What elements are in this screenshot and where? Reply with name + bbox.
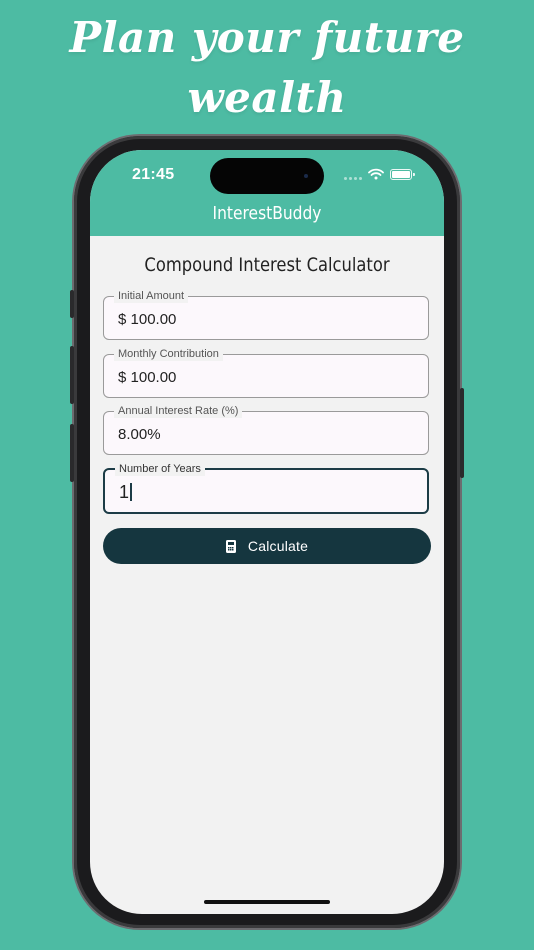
home-indicator[interactable] bbox=[204, 900, 330, 904]
signal-dots-icon bbox=[344, 177, 364, 181]
headline-line-1: Plan your future bbox=[69, 13, 465, 62]
calculate-button-label: Calculate bbox=[247, 538, 309, 554]
annual-interest-rate-value: 8.00% bbox=[118, 426, 161, 443]
number-of-years-value: 1 bbox=[119, 482, 130, 502]
page-title: Compound Interest Calculator bbox=[144, 254, 390, 276]
phone-side-button-volume-down bbox=[70, 424, 74, 482]
phone-side-button-power bbox=[460, 388, 464, 478]
app-bar: 21:45 InterestBuddy bbox=[90, 150, 444, 236]
dynamic-island bbox=[210, 158, 324, 194]
monthly-contribution-field[interactable]: Monthly Contribution $ 100.00 bbox=[103, 347, 429, 398]
camera-dot bbox=[304, 174, 308, 178]
headline-line-2: wealth bbox=[187, 73, 347, 122]
calculator-icon bbox=[225, 539, 236, 553]
wifi-icon bbox=[368, 168, 384, 180]
initial-amount-field[interactable]: Initial Amount $ 100.00 bbox=[103, 289, 429, 340]
phone-screen: 21:45 InterestBuddy Compound Interest Ca… bbox=[90, 150, 444, 914]
app-title: InterestBuddy bbox=[212, 203, 322, 224]
annual-interest-rate-field[interactable]: Annual Interest Rate (%) 8.00% bbox=[103, 404, 429, 455]
annual-interest-rate-label: Annual Interest Rate (%) bbox=[114, 404, 243, 418]
promo-headline: Plan your future wealth bbox=[0, 8, 534, 128]
number-of-years-label: Number of Years bbox=[115, 462, 205, 476]
phone-side-button-volume-up bbox=[70, 346, 74, 404]
calculate-button[interactable]: Calculate bbox=[103, 528, 431, 564]
battery-icon bbox=[390, 169, 415, 180]
monthly-contribution-label: Monthly Contribution bbox=[114, 347, 223, 361]
phone-side-button-action bbox=[70, 290, 74, 318]
initial-amount-value: $ 100.00 bbox=[118, 311, 177, 328]
phone-frame: 21:45 InterestBuddy Compound Interest Ca… bbox=[70, 136, 464, 928]
text-caret bbox=[130, 483, 132, 501]
status-time: 21:45 bbox=[132, 166, 175, 183]
number-of-years-field[interactable]: Number of Years 1 bbox=[103, 462, 429, 514]
number-of-years-input[interactable]: 1 bbox=[119, 482, 132, 503]
monthly-contribution-value: $ 100.00 bbox=[118, 369, 177, 386]
initial-amount-label: Initial Amount bbox=[114, 289, 189, 303]
